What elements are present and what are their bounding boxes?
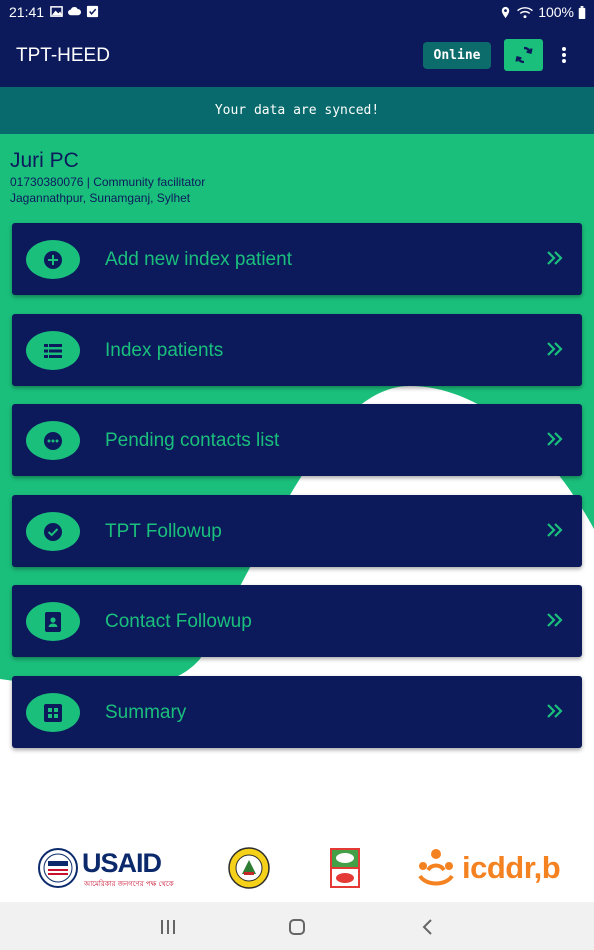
check-box-icon: [86, 5, 99, 18]
menu-label: Add new index patient: [105, 249, 292, 270]
usaid-wordmark: USAID: [82, 848, 162, 878]
notification-icons: [50, 5, 99, 18]
menu-pending-contacts-list[interactable]: Pending contacts list: [12, 404, 582, 476]
sync-status-banner: Your data are synced!: [0, 87, 594, 134]
home-button[interactable]: [287, 917, 307, 937]
menu-index-patients[interactable]: Index patients: [12, 314, 582, 386]
double-chevron-right-icon: [547, 704, 563, 718]
status-bar: 21:41 100%: [0, 0, 594, 25]
usaid-logo: USAID আমেরিকার জনগণের পক্ষ থেকে: [38, 846, 174, 892]
double-chevron-right-icon: [547, 523, 563, 537]
partner-logos: USAID আমেরিকার জনগণের পক্ষ থেকে icddr,b: [0, 838, 594, 900]
location-icon: [501, 6, 510, 18]
user-location: Jagannathpur, Sunamganj, Sylhet: [10, 191, 191, 205]
menu-label: Summary: [105, 702, 187, 723]
icddrb-people-icon: [418, 849, 454, 886]
menu-icon-circle: [26, 693, 80, 732]
menu-icon-circle: [26, 602, 80, 641]
icddrb-logo: icddr,b: [414, 846, 564, 892]
menu-icon-circle: [26, 421, 80, 460]
sync-button[interactable]: [504, 39, 543, 71]
double-chevron-right-icon: [547, 432, 563, 446]
image-icon: [50, 6, 63, 17]
sync-icon: [514, 46, 533, 64]
icddrb-wordmark: icddr,b: [462, 850, 561, 885]
contact-book-icon: [45, 611, 61, 632]
wifi-icon: [517, 6, 534, 18]
menu-icon-circle: [26, 240, 80, 279]
grid-icon: [44, 703, 62, 722]
check-circle-icon: [44, 522, 62, 541]
online-status-badge: Online: [423, 42, 491, 69]
menu-icon-circle: [26, 331, 80, 370]
app-title: TPT-HEED: [16, 45, 110, 66]
double-chevron-right-icon: [547, 613, 563, 627]
plus-circle-icon: [44, 250, 62, 269]
menu-label: Pending contacts list: [105, 430, 280, 451]
menu-summary[interactable]: Summary: [12, 676, 582, 748]
menu-icon-circle: [26, 512, 80, 551]
menu-contact-followup[interactable]: Contact Followup: [12, 585, 582, 657]
user-phone-role: 01730380076 | Community facilitator: [10, 175, 206, 189]
cloud-icon: [68, 6, 81, 16]
double-chevron-right-icon: [547, 342, 563, 356]
menu-label: TPT Followup: [105, 521, 222, 542]
menu-label: Index patients: [105, 340, 224, 361]
government-seal-logo: [228, 847, 270, 889]
battery-icon: [578, 5, 586, 19]
usaid-seal-icon: [38, 848, 78, 888]
recent-apps-button[interactable]: [159, 918, 177, 936]
back-button[interactable]: [420, 917, 434, 937]
more-options-button[interactable]: [555, 43, 573, 67]
user-name: Juri PC: [10, 149, 79, 172]
more-vert-icon: [562, 47, 566, 63]
ntp-logo: [330, 848, 360, 888]
user-profile: Juri PC 01730380076 | Community facilita…: [10, 148, 205, 206]
status-right: 100%: [499, 4, 586, 20]
double-chevron-right-icon: [547, 251, 563, 265]
list-icon: [44, 343, 62, 358]
dots-circle-icon: [44, 431, 62, 450]
menu-add-new-index-patient[interactable]: Add new index patient: [12, 223, 582, 295]
status-time: 21:41: [9, 4, 45, 20]
system-navigation-bar: [0, 902, 594, 950]
menu-tpt-followup[interactable]: TPT Followup: [12, 495, 582, 567]
menu-label: Contact Followup: [105, 611, 252, 632]
usaid-tagline: আমেরিকার জনগণের পক্ষ থেকে: [84, 880, 174, 888]
battery-level: 100%: [538, 4, 574, 20]
